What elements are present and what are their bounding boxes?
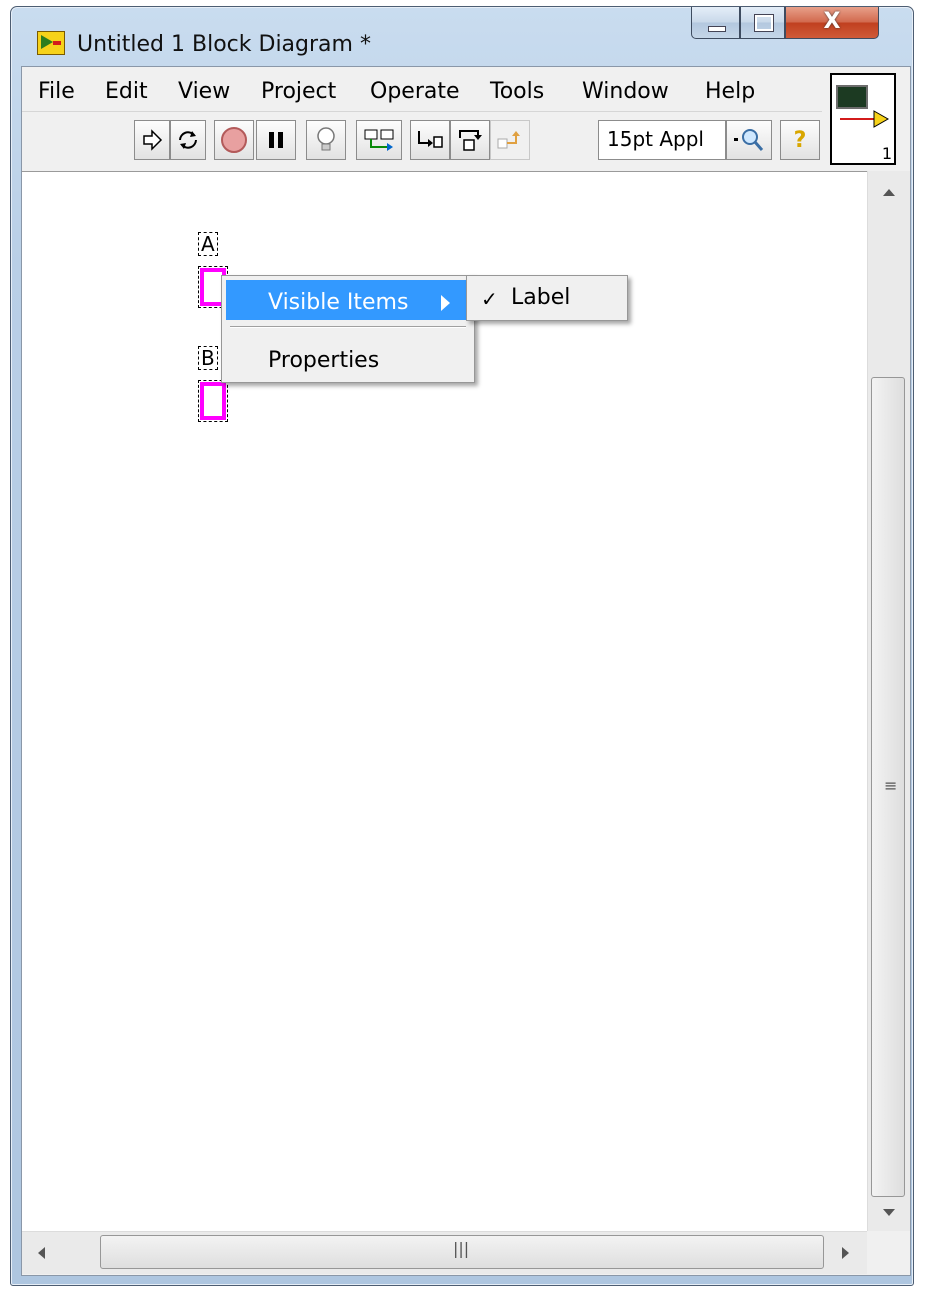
menu-file[interactable]: File [38, 79, 75, 104]
search-button[interactable] [726, 120, 772, 160]
step-out-icon [497, 131, 520, 149]
menu-edit[interactable]: Edit [105, 79, 148, 104]
vi-arrow-icon [840, 110, 890, 128]
title-bar[interactable]: Untitled 1 Block Diagram * X [11, 7, 913, 69]
horizontal-scroll-thumb[interactable]: ||| [100, 1235, 824, 1269]
highlight-execution-icon [317, 127, 335, 151]
menu-bar: File Edit View Project Operate Tools Win… [22, 67, 822, 111]
step-out-button[interactable] [490, 120, 530, 160]
menu-item-label: Visible Items [268, 290, 409, 315]
vertical-scroll-thumb[interactable]: ≡ [871, 377, 905, 1197]
highlight-execution-button[interactable] [306, 120, 346, 160]
menu-view[interactable]: View [178, 79, 230, 104]
scroll-up-icon[interactable] [883, 189, 895, 196]
abort-button[interactable] [214, 120, 254, 160]
vi-icon-number: 1 [881, 144, 892, 163]
maximize-button[interactable] [740, 7, 785, 39]
search-icon [734, 129, 764, 151]
menu-separator [230, 326, 466, 328]
grip-icon: ||| [453, 1239, 470, 1258]
terminal-label-a[interactable]: A [198, 232, 218, 256]
terminal-label-b[interactable]: B [198, 346, 218, 370]
window-title: Untitled 1 Block Diagram * [77, 32, 371, 57]
text-settings-dropdown[interactable]: 15pt Appl [598, 120, 726, 160]
visible-items-submenu: ✓ Label [466, 275, 628, 321]
menu-window[interactable]: Window [582, 79, 669, 104]
context-help-icon: ? [793, 127, 807, 153]
step-into-button[interactable] [410, 120, 450, 160]
menu-project[interactable]: Project [261, 79, 336, 104]
run-continuously-icon [179, 131, 197, 149]
window-client-area: File Edit View Project Operate Tools Win… [21, 66, 911, 1276]
scroll-right-icon[interactable] [842, 1247, 849, 1259]
labview-vi-icon [37, 31, 65, 55]
menu-item-label: Properties [268, 348, 380, 373]
waveform-icon [836, 85, 868, 109]
close-button[interactable]: X [785, 7, 879, 39]
step-into-icon [418, 131, 443, 148]
minimize-button[interactable] [691, 7, 740, 39]
resize-grip[interactable] [867, 1231, 909, 1273]
checkmark-icon: ✓ [481, 287, 498, 311]
pause-icon [269, 132, 283, 148]
step-over-button[interactable] [450, 120, 490, 160]
minimize-icon [708, 26, 726, 32]
run-arrow-icon [143, 129, 163, 151]
menu-item-properties[interactable]: Properties [226, 338, 468, 378]
step-over-icon [459, 130, 482, 151]
close-icon: X [823, 9, 841, 34]
retain-wire-values-icon [364, 129, 394, 151]
submenu-item-text: Label [511, 285, 571, 310]
terminal-b[interactable] [198, 380, 228, 422]
scroll-down-icon[interactable] [883, 1209, 895, 1216]
menu-help[interactable]: Help [705, 79, 755, 104]
run-button[interactable] [134, 120, 170, 160]
scroll-left-icon[interactable] [38, 1247, 45, 1259]
vi-connector-icon[interactable]: 1 [830, 73, 896, 165]
run-continuously-button[interactable] [170, 120, 206, 160]
toolbar: 15pt Appl ? [22, 111, 822, 170]
menu-tools[interactable]: Tools [490, 79, 544, 104]
menu-item-visible-items[interactable]: Visible Items [226, 280, 468, 320]
vertical-scrollbar[interactable]: ≡ [867, 171, 910, 1231]
horizontal-scrollbar[interactable]: ||| [22, 1231, 867, 1274]
submenu-arrow-icon [441, 295, 450, 311]
retain-wire-values-button[interactable] [356, 120, 402, 160]
menu-operate[interactable]: Operate [370, 79, 460, 104]
pause-button[interactable] [256, 120, 296, 160]
maximize-icon [754, 14, 774, 32]
block-diagram-canvas[interactable]: A B Visible Items Properties ✓ Label [22, 171, 867, 1232]
abort-icon [221, 127, 247, 153]
context-help-button[interactable]: ? [780, 120, 820, 160]
grip-icon: ≡ [884, 776, 898, 795]
context-menu: Visible Items Properties [221, 275, 475, 383]
